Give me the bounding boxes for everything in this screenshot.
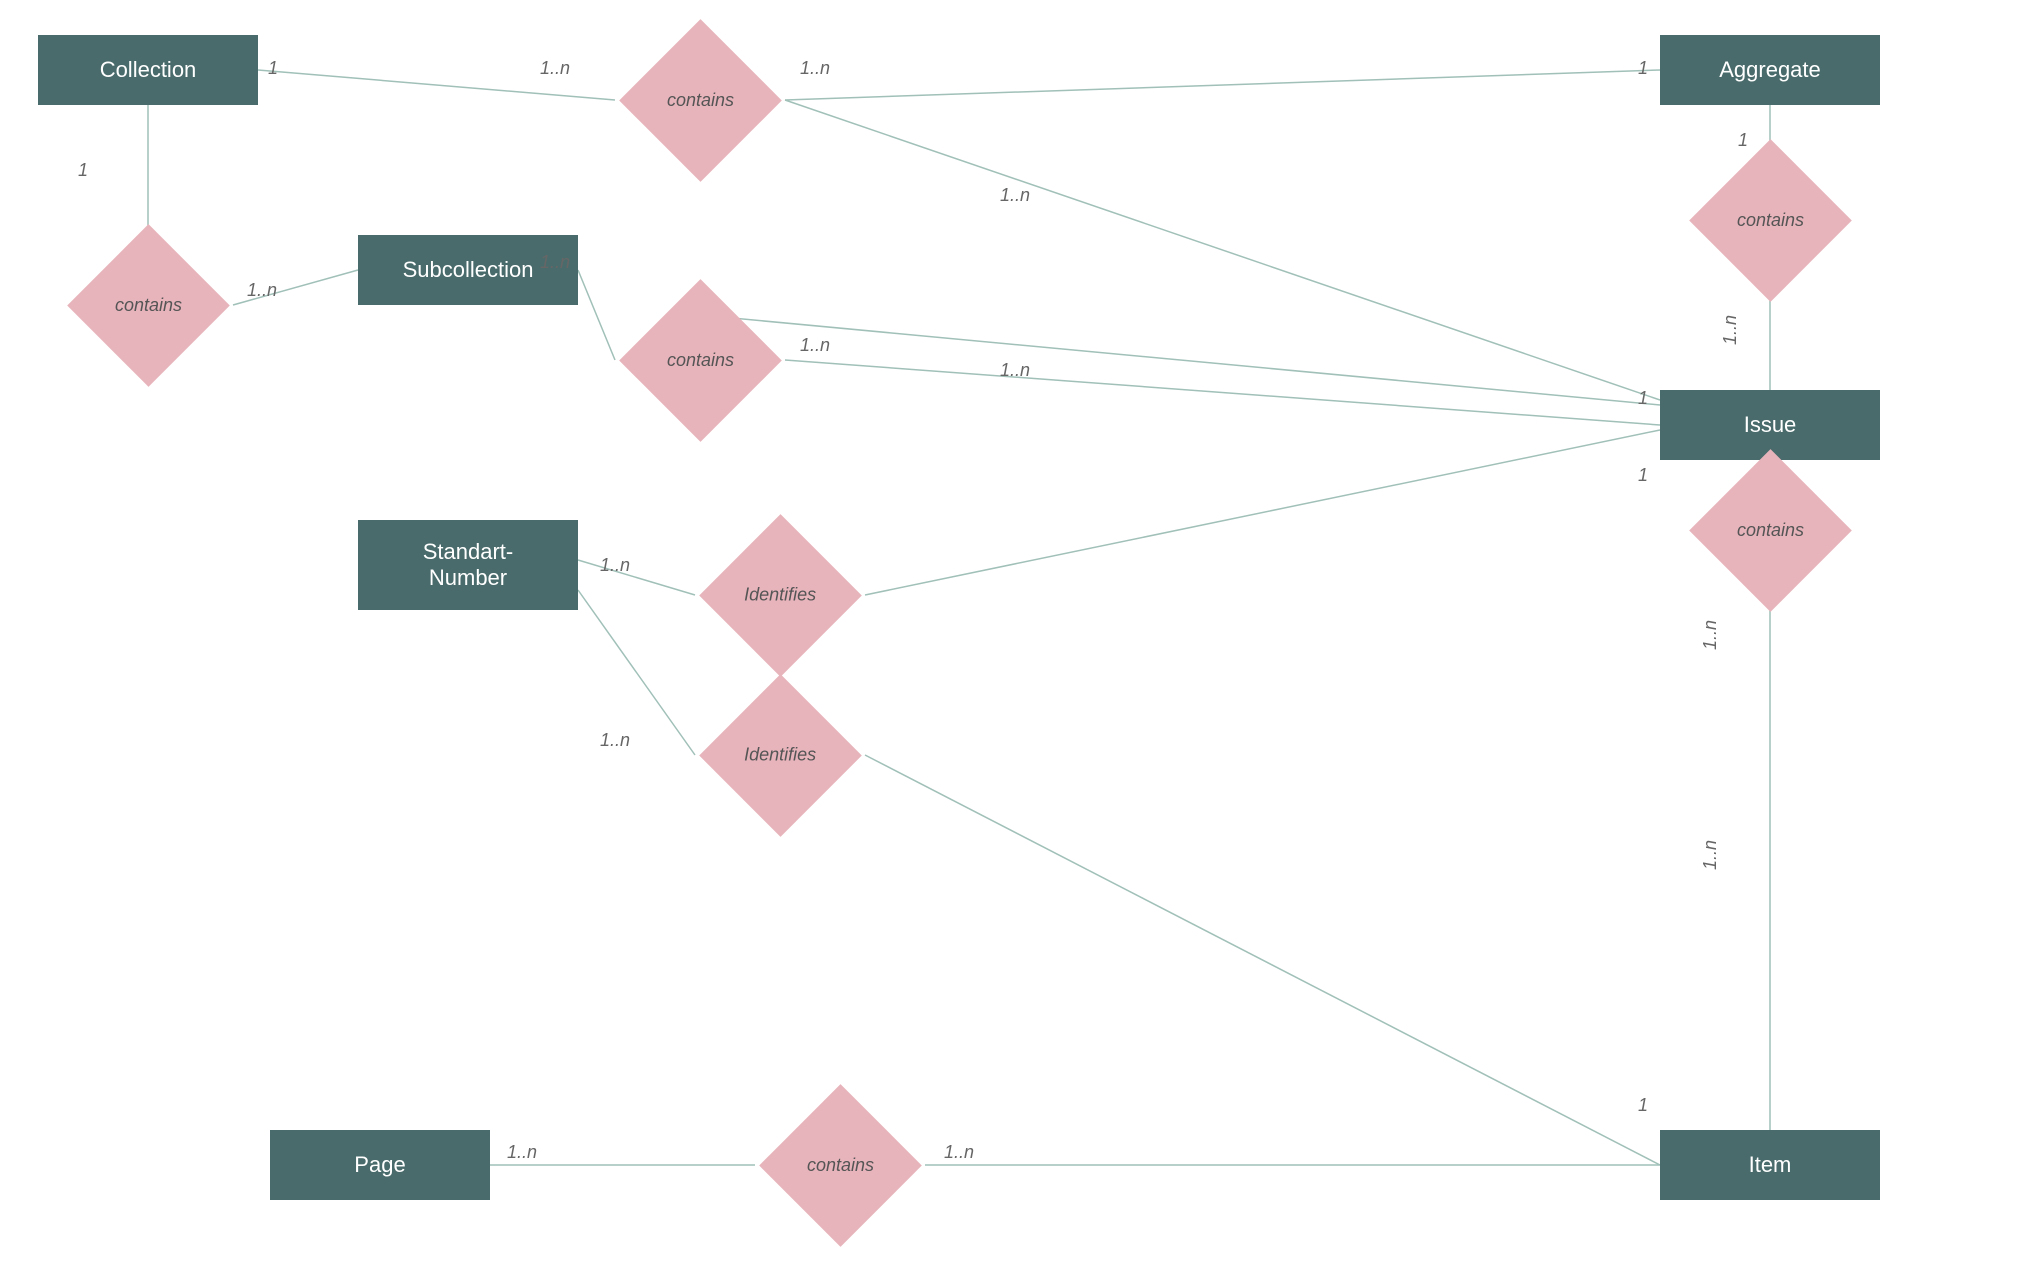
diamond-contains-left: contains bbox=[63, 260, 233, 350]
mult-contains-mid-to-issue: 1..n bbox=[1000, 360, 1030, 381]
diamond-contains-page: contains bbox=[755, 1120, 925, 1210]
mult-contains-page-right: 1..n bbox=[944, 1142, 974, 1163]
mult-issue-left: 1 bbox=[1638, 388, 1648, 409]
diamond-identifies-upper: Identifies bbox=[695, 550, 865, 640]
mult-contains-top-right: 1..n bbox=[800, 58, 830, 79]
mult-aggregate-left: 1 bbox=[1638, 58, 1648, 79]
entity-page: Page bbox=[270, 1130, 490, 1200]
entity-standart-number: Standart- Number bbox=[358, 520, 578, 610]
mult-issue-down: 1 bbox=[1638, 465, 1648, 486]
diamond-contains-top: contains bbox=[615, 55, 785, 145]
entity-item: Item bbox=[1660, 1130, 1880, 1200]
mult-contains-left-right: 1..n bbox=[247, 280, 277, 301]
mult-contains-issue-down: 1..n bbox=[1700, 620, 1721, 650]
diamond-contains-issue: contains bbox=[1685, 485, 1855, 575]
mult-page-right: 1..n bbox=[507, 1142, 537, 1163]
mult-contains-top-to-issue: 1..n bbox=[1000, 185, 1030, 206]
mult-contains-top-left: 1..n bbox=[540, 58, 570, 79]
mult-collection-right: 1 bbox=[268, 58, 278, 79]
mult-contains-agg-down: 1..n bbox=[1720, 315, 1741, 345]
mult-collection-down: 1 bbox=[78, 160, 88, 181]
mult-subcoll-left: 1..n bbox=[540, 252, 570, 273]
mult-standart-to-identifies1: 1..n bbox=[600, 555, 630, 576]
mult-contains-mid-right: 1..n bbox=[800, 335, 830, 356]
entity-collection: Collection bbox=[38, 35, 258, 105]
diamond-identifies-lower: Identifies bbox=[695, 710, 865, 800]
diamond-contains-mid: contains bbox=[615, 315, 785, 405]
mult-item-top: 1 bbox=[1638, 1095, 1648, 1116]
diamond-contains-aggregate: contains bbox=[1685, 175, 1855, 265]
mult-identifies2-to-item: 1..n bbox=[1700, 840, 1721, 870]
mult-aggregate-down: 1 bbox=[1738, 130, 1748, 151]
mult-standart-to-identifies2: 1..n bbox=[600, 730, 630, 751]
er-diagram: Collection Aggregate Subcollection Issue… bbox=[0, 0, 2034, 1284]
entity-aggregate: Aggregate bbox=[1660, 35, 1880, 105]
